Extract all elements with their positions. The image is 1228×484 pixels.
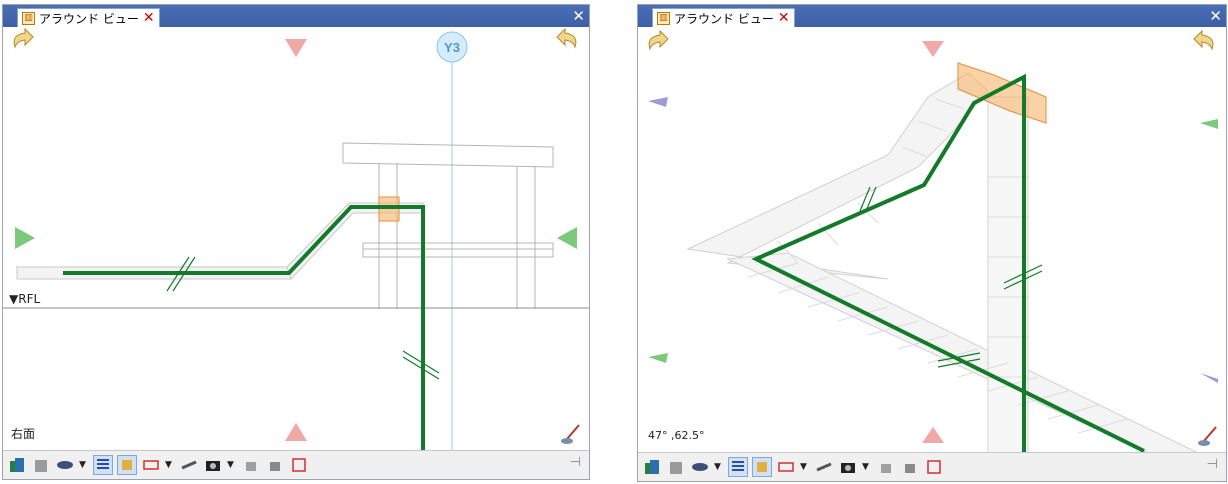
camera-dropdown-icon[interactable]: ▼ bbox=[227, 460, 237, 470]
tab-close-icon[interactable]: ✕ bbox=[778, 11, 790, 25]
nav-left-bottom-triangle[interactable] bbox=[648, 353, 668, 363]
eye-dropdown-icon[interactable]: ▼ bbox=[714, 462, 724, 472]
grid-label-y3: Y3 bbox=[444, 40, 460, 55]
view-direction-label: 右面 bbox=[11, 427, 36, 441]
view-angle-label: 47° ,62.5° bbox=[648, 429, 705, 442]
brush-tool-icon[interactable] bbox=[814, 457, 834, 477]
building-icon[interactable] bbox=[642, 457, 662, 477]
tab-around-view[interactable]: ▥ アラウンド ビュー ✕ bbox=[17, 8, 160, 27]
rectangle-dropdown-icon[interactable]: ▼ bbox=[800, 462, 810, 472]
tool-icon[interactable] bbox=[117, 455, 137, 475]
camera-icon[interactable] bbox=[203, 455, 223, 475]
around-view-panel-right: ▥ アラウンド ビュー ✕ ✕ 47° ,62.5° ▼ ▼ ▼ ⊣ bbox=[637, 4, 1227, 482]
settings-icon[interactable] bbox=[924, 457, 944, 477]
pipe-route[interactable] bbox=[63, 205, 425, 451]
brush-tool-icon[interactable] bbox=[179, 455, 199, 475]
rectangle-icon[interactable] bbox=[141, 455, 161, 475]
tab-close-icon[interactable]: ✕ bbox=[143, 11, 155, 25]
building-icon[interactable] bbox=[7, 455, 27, 475]
nav-right-top-triangle[interactable] bbox=[1200, 119, 1218, 129]
brush-icon[interactable] bbox=[561, 424, 580, 444]
nav-left-top-triangle[interactable] bbox=[648, 97, 668, 107]
eye-icon[interactable] bbox=[690, 457, 710, 477]
eye-icon[interactable] bbox=[55, 455, 75, 475]
import-icon[interactable] bbox=[265, 455, 285, 475]
eye-dropdown-icon[interactable]: ▼ bbox=[79, 460, 89, 470]
export-icon[interactable] bbox=[241, 455, 261, 475]
settings-icon[interactable] bbox=[289, 455, 309, 475]
nav-right-triangle[interactable] bbox=[557, 227, 577, 249]
nav-bottom-triangle[interactable] bbox=[285, 423, 307, 441]
rectangle-icon[interactable] bbox=[776, 457, 796, 477]
view-canvas[interactable]: 47° ,62.5° bbox=[638, 27, 1226, 453]
rotate-left-icon[interactable] bbox=[13, 27, 34, 49]
tab-label: アラウンド ビュー bbox=[39, 11, 139, 26]
nav-top-triangle[interactable] bbox=[922, 41, 944, 57]
tool-icon[interactable] bbox=[752, 457, 772, 477]
nav-left-triangle[interactable] bbox=[15, 227, 35, 249]
building-tab-icon: ▥ bbox=[657, 11, 670, 25]
import-icon[interactable] bbox=[900, 457, 920, 477]
nav-right-bottom-triangle[interactable] bbox=[1200, 373, 1218, 383]
nav-top-triangle[interactable] bbox=[285, 39, 307, 57]
rotate-left-icon[interactable] bbox=[648, 29, 669, 51]
level-label-rfl: ▼RFL bbox=[9, 292, 41, 306]
window-close-icon[interactable]: ✕ bbox=[1209, 7, 1222, 25]
tab-label: アラウンド ビュー bbox=[674, 11, 774, 26]
around-view-panel-left: ▥ アラウンド ビュー ✕ ✕ Y3 ▼RFL 右面 ▼ ▼ ▼ ⊣ bbox=[2, 4, 590, 480]
building-gray-icon[interactable] bbox=[666, 457, 686, 477]
building-tab-icon: ▥ bbox=[22, 11, 35, 25]
camera-icon[interactable] bbox=[838, 457, 858, 477]
brush-icon[interactable] bbox=[1198, 426, 1217, 446]
camera-dropdown-icon[interactable]: ▼ bbox=[862, 462, 872, 472]
filter-icon[interactable] bbox=[728, 457, 748, 477]
filter-icon[interactable] bbox=[93, 455, 113, 475]
pin-icon[interactable]: ⊣ bbox=[1207, 457, 1218, 472]
export-icon[interactable] bbox=[876, 457, 896, 477]
building-gray-icon[interactable] bbox=[31, 455, 51, 475]
rotate-right-icon[interactable] bbox=[556, 27, 577, 49]
view-toolbar: ▼ ▼ ▼ ⊣ bbox=[3, 450, 589, 479]
view-canvas[interactable]: Y3 ▼RFL 右面 bbox=[3, 27, 589, 451]
view-toolbar: ▼ ▼ ▼ ⊣ bbox=[638, 452, 1226, 481]
rectangle-dropdown-icon[interactable]: ▼ bbox=[165, 460, 175, 470]
window-close-icon[interactable]: ✕ bbox=[572, 7, 585, 25]
panel-title-bar: ▥ アラウンド ビュー ✕ ✕ bbox=[3, 5, 589, 27]
panel-title-bar: ▥ アラウンド ビュー ✕ ✕ bbox=[638, 5, 1226, 27]
nav-bottom-triangle[interactable] bbox=[922, 427, 944, 443]
tab-around-view[interactable]: ▥ アラウンド ビュー ✕ bbox=[652, 8, 795, 27]
structure-wireframe bbox=[342, 142, 554, 309]
pin-icon[interactable]: ⊣ bbox=[570, 455, 581, 470]
cable-tray bbox=[16, 202, 424, 280]
rotate-right-icon[interactable] bbox=[1193, 29, 1214, 51]
